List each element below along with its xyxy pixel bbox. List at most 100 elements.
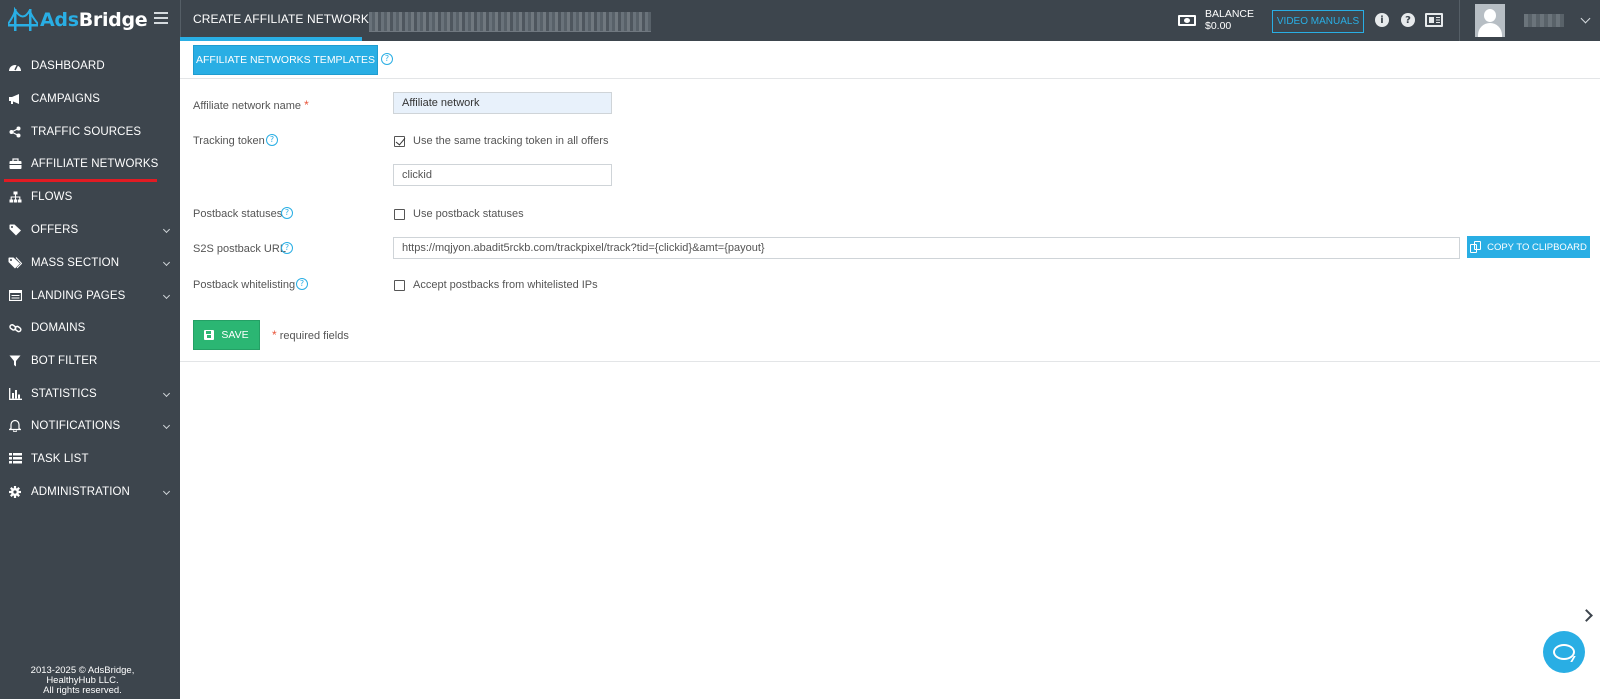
name-label-text: Affiliate network name [193,100,302,112]
copyright: 2013-2025 © AdsBridge, HealthyHub LLC. A… [0,666,165,696]
sidebar-item-domains[interactable]: DOMAINS [0,311,180,344]
copyright-line: All rights reserved. [43,685,122,696]
copy-button-label: COPY TO CLIPBOARD [1487,241,1587,253]
sidebar-item-label: STATISTICS [31,387,97,400]
required-star: * [272,328,277,342]
chat-button[interactable] [1543,631,1585,673]
copy-to-clipboard-button[interactable]: COPY TO CLIPBOARD [1467,236,1590,258]
chevron-right-icon[interactable] [1580,609,1593,622]
share-icon [8,125,22,139]
required-note-text: required fields [279,330,349,342]
save-button-label: SAVE [221,329,249,341]
sidebar-item-affiliate-networks[interactable]: AFFILIATE NETWORKS [0,147,180,180]
use-postback-statuses-label: Use postback statuses [413,208,524,220]
sidebar-item-statistics[interactable]: STATISTICS [0,377,180,410]
sidebar-item-administration[interactable]: ADMINISTRATION [0,475,180,508]
newspaper-icon[interactable] [1425,13,1443,27]
sidebar-item-flows[interactable]: FLOWS [0,180,180,213]
accept-whitelist-label: Accept postbacks from whitelisted IPs [413,279,598,291]
postback-statuses-help-icon[interactable]: ? [281,207,293,219]
chevron-down-icon [162,225,171,234]
logo-bridge-text: Bridge [78,9,148,31]
sidebar-item-mass-section[interactable]: MASS SECTION [0,246,180,279]
sidebar-item-label: ADMINISTRATION [31,485,130,498]
link-icon [8,321,22,335]
sidebar-item-landing-pages[interactable]: LANDING PAGES [0,279,180,312]
money-icon [1178,15,1196,26]
sidebar-item-label: BOT FILTER [31,354,98,367]
info-icon[interactable]: i [1375,13,1389,27]
s2s-postback-url-label: S2S postback URL [193,243,286,255]
sidebar-item-label: TRAFFIC SOURCES [31,125,142,138]
form-bottom-divider [180,361,1600,362]
landing-icon [8,289,22,303]
s2s-help-icon[interactable]: ? [281,242,293,254]
avatar[interactable] [1475,4,1505,37]
sidebar-item-label: TASK LIST [31,452,89,465]
accept-whitelist-checkbox[interactable] [394,280,405,291]
help-icon[interactable]: ? [1401,13,1415,27]
sidebar-item-label: CAMPAIGNS [31,92,101,105]
logo-ads-text: Ads [40,9,79,31]
bell-icon [8,419,22,433]
postback-whitelisting-label: Postback whitelisting [193,279,296,291]
sidebar-item-label: MASS SECTION [31,256,120,269]
tracking-token-label: Tracking token [193,135,265,147]
whitelisting-help-icon[interactable]: ? [296,278,308,290]
sidebar-item-campaigns[interactable]: CAMPAIGNS [0,82,180,115]
postback-statuses-label: Postback statuses [193,208,283,220]
menu-toggle-icon[interactable] [154,12,168,24]
megaphone-icon [8,92,22,106]
adsbridge-logo[interactable]: AdsBridge [8,3,148,37]
chat-bubble-icon [1553,644,1575,660]
bar-chart-icon [8,387,22,401]
sidebar-item-label: LANDING PAGES [31,289,126,302]
sidebar-item-bot-filter[interactable]: BOT FILTER [0,344,180,377]
briefcase-icon [8,157,22,171]
sidebar-item-traffic-sources[interactable]: TRAFFIC SOURCES [0,115,180,148]
filter-icon [8,354,22,368]
sidebar-item-label: AFFILIATE NETWORKS [31,157,159,170]
redacted-username[interactable] [1524,14,1564,27]
affiliate-network-name-input[interactable] [393,92,612,114]
sidebar-item-label: OFFERS [31,223,79,236]
same-token-checkbox[interactable] [394,136,405,147]
toolbar-divider [180,78,1600,79]
copy-icon [1470,241,1482,253]
same-token-label: Use the same tracking token in all offer… [413,135,609,147]
sidebar-item-dashboard[interactable]: DASHBOARD [0,49,180,82]
video-manuals-button[interactable]: VIDEO MANUALS [1272,10,1364,33]
chevron-down-icon [162,487,171,496]
dashboard-icon [8,59,22,73]
gear-icon [8,485,22,499]
sidebar-item-label: NOTIFICATIONS [31,419,121,432]
tags-icon [8,256,22,270]
top-bar: AdsBridge CREATE AFFILIATE NETWORK BALAN… [0,0,1600,41]
balance-value: $0.00 [1205,20,1232,32]
affiliate-networks-templates-button[interactable]: AFFILIATE NETWORKS TEMPLATES [193,45,378,75]
s2s-postback-url-input[interactable] [393,237,1460,259]
tracking-token-input[interactable] [393,164,612,186]
use-postback-statuses-checkbox[interactable] [394,209,405,220]
redacted-breadcrumb [369,12,651,32]
logo-text: AdsBridge [40,9,148,31]
chevron-down-icon [162,421,171,430]
save-button[interactable]: SAVE [193,320,260,350]
sitemap-icon [8,190,22,204]
sidebar-item-label: DOMAINS [31,321,86,334]
balance-label: BALANCE [1205,8,1255,20]
page-title: CREATE AFFILIATE NETWORK [193,12,369,26]
sidebar-item-notifications[interactable]: NOTIFICATIONS [0,409,180,442]
chevron-down-icon[interactable] [1580,13,1591,24]
sidebar: DASHBOARD CAMPAIGNS TRAFFIC SOURCES AFFI… [0,41,180,699]
header-divider [180,0,181,41]
sidebar-item-task-list[interactable]: TASK LIST [0,442,180,475]
name-label: Affiliate network name * [193,98,309,112]
bridge-logo-icon [8,7,38,31]
tracking-token-help-icon[interactable]: ? [266,134,278,146]
templates-help-icon[interactable]: ? [381,53,393,65]
sidebar-item-offers[interactable]: OFFERS [0,213,180,246]
chevron-down-icon [162,258,171,267]
sidebar-item-label: DASHBOARD [31,59,105,72]
required-fields-note: * required fields [272,328,349,342]
